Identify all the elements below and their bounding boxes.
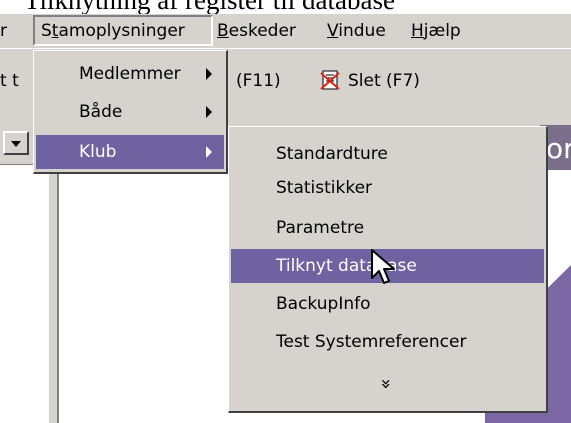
menu-item-label: Både xyxy=(79,102,123,122)
caption-text: Tilknytning af register til database xyxy=(24,0,395,14)
caption-strip: Tilknytning af register til database xyxy=(0,0,571,14)
form-header-fragment: or xyxy=(546,132,571,165)
submenu-arrow-icon xyxy=(206,106,212,118)
delete-icon[interactable] xyxy=(320,69,342,91)
menu-item-medlemmer[interactable]: Medlemmer xyxy=(36,57,224,91)
menubar-item-partial[interactable]: r xyxy=(0,19,7,43)
menu-item-label: BackupInfo xyxy=(276,294,371,314)
mouse-cursor-icon xyxy=(371,249,395,284)
menubar-item-hjaelp[interactable]: Hjælp xyxy=(411,19,461,43)
menubar-item-beskeder[interactable]: Beskeder xyxy=(217,19,296,43)
menubar-item-vindue[interactable]: Vindue xyxy=(327,19,386,43)
menu-item-label: Parametre xyxy=(276,218,365,238)
menu-item-statistikker[interactable]: Statistikker xyxy=(231,171,544,205)
menu-item-standardture[interactable]: Standardture xyxy=(231,137,544,171)
menu-item-baade[interactable]: Både xyxy=(36,95,224,129)
toolbar-shortcut-fragment[interactable]: (F11) xyxy=(236,71,281,91)
menu-item-backupinfo[interactable]: BackupInfo xyxy=(231,287,544,321)
menu-item-parametre[interactable]: Parametre xyxy=(231,211,544,245)
delete-button[interactable]: Slet (F7) xyxy=(348,71,420,91)
menubar-item-stamoplysninger[interactable]: Stamoplysninger xyxy=(41,19,185,43)
expand-more-chevron-icon[interactable]: » xyxy=(229,367,542,401)
content-frame-border xyxy=(49,164,59,423)
menu-item-label: Test Systemreferencer xyxy=(276,332,467,352)
more-glyph: » xyxy=(375,378,397,390)
menu-item-label: Medlemmer xyxy=(79,64,181,84)
submenu-arrow-icon xyxy=(206,146,212,158)
menubar: r Stamoplysninger Beskeder Vindue Hjælp xyxy=(0,14,571,48)
menu-item-label: Standardture xyxy=(276,144,388,164)
toolbar-fragment-left[interactable]: t t xyxy=(0,71,19,91)
menu-item-label: Statistikker xyxy=(276,178,373,198)
stamoplysninger-menu: Medlemmer Både Klub xyxy=(33,50,228,174)
menu-item-label: Klub xyxy=(79,142,117,162)
menu-item-klub[interactable]: Klub xyxy=(36,135,224,169)
combo-dropdown-button[interactable] xyxy=(3,131,29,155)
menu-item-test-systemreferencer[interactable]: Test Systemreferencer xyxy=(231,325,544,359)
submenu-arrow-icon xyxy=(206,68,212,80)
